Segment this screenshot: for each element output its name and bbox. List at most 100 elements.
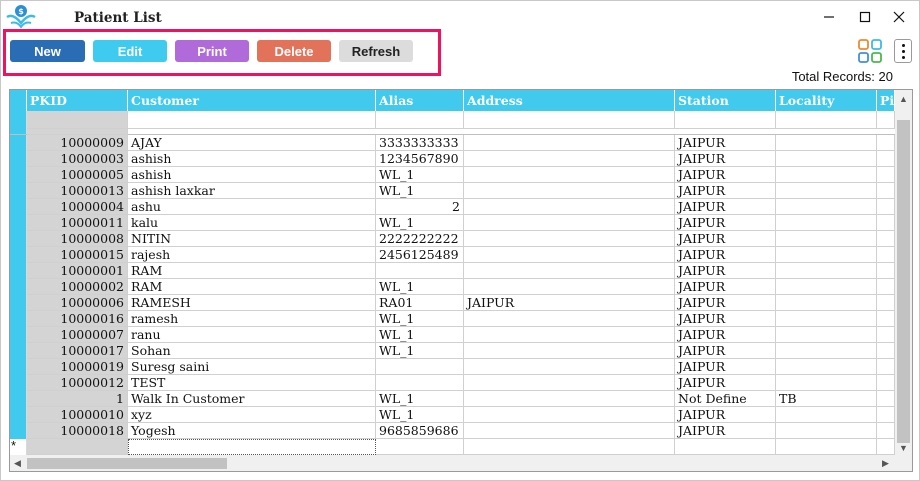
new-cell-pi[interactable] [877,439,895,455]
cell-pkid[interactable]: 10000010 [27,407,128,423]
column-header-pkid[interactable]: PKID [27,90,128,111]
row-selector[interactable] [10,327,27,343]
cell-address[interactable] [464,151,675,167]
table-row[interactable]: 10000003 ashish 1234567890 JAIPUR [10,151,895,167]
cell-address[interactable]: JAIPUR [464,295,675,311]
cell-customer[interactable]: ashish [128,167,376,183]
cell-pi[interactable] [877,279,895,295]
table-row[interactable]: 10000007 ranu WL_1 JAIPUR [10,327,895,343]
cell-pi[interactable] [877,215,895,231]
row-selector[interactable]: * [10,439,27,455]
cell-customer[interactable]: ranu [128,327,376,343]
cell-pkid[interactable]: 10000013 [27,183,128,199]
cell-station[interactable]: JAIPUR [675,327,776,343]
cell-station[interactable]: JAIPUR [675,311,776,327]
table-row[interactable]: 10000009 AJAY 3333333333 JAIPUR [10,135,895,151]
cell-locality[interactable] [776,279,877,295]
row-selector[interactable] [10,295,27,311]
cell-pkid[interactable]: 10000012 [27,375,128,391]
cell-pkid[interactable]: 10000001 [27,263,128,279]
new-row[interactable]: * [10,439,895,455]
cell-alias[interactable]: 1234567890 [376,151,464,167]
new-cell-customer[interactable] [128,439,376,455]
cell-address[interactable] [464,263,675,279]
cell-pi[interactable] [877,263,895,279]
cell-station[interactable]: JAIPUR [675,343,776,359]
row-selector[interactable] [10,359,27,375]
row-selector[interactable] [10,135,27,151]
cell-address[interactable] [464,135,675,151]
cell-station[interactable]: JAIPUR [675,359,776,375]
print-button[interactable]: Print [175,40,249,62]
cell-locality[interactable] [776,231,877,247]
cell-station[interactable]: Not Define [675,391,776,407]
maximize-button[interactable] [850,6,880,28]
cell-station[interactable]: JAIPUR [675,183,776,199]
cell-locality[interactable] [776,199,877,215]
cell-pkid[interactable]: 10000004 [27,199,128,215]
cell-pi[interactable] [877,151,895,167]
table-row[interactable]: 1 Walk In Customer WL_1 Not Define TB [10,391,895,407]
edit-button[interactable]: Edit [93,40,167,62]
row-selector[interactable] [10,375,27,391]
row-selector[interactable] [10,247,27,263]
cell-customer[interactable]: Yogesh [128,423,376,439]
cell-station[interactable]: JAIPUR [675,375,776,391]
row-selector[interactable] [10,311,27,327]
filter-station[interactable] [675,111,776,129]
filter-pi[interactable] [877,111,895,129]
cell-customer[interactable]: RAM [128,263,376,279]
filter-address[interactable] [464,111,675,129]
cell-locality[interactable] [776,407,877,423]
row-selector[interactable] [10,151,27,167]
row-selector[interactable] [10,391,27,407]
cell-pkid[interactable]: 1 [27,391,128,407]
cell-pi[interactable] [877,327,895,343]
table-row[interactable]: 10000011 kalu WL_1 JAIPUR [10,215,895,231]
cell-alias[interactable]: 2222222222 [376,231,464,247]
table-row[interactable]: 10000001 RAM JAIPUR [10,263,895,279]
cell-alias[interactable]: WL_1 [376,391,464,407]
cell-alias[interactable] [376,359,464,375]
table-row[interactable]: 10000016 ramesh WL_1 JAIPUR [10,311,895,327]
scroll-right-icon[interactable]: ▶ [882,458,889,469]
new-button[interactable]: New [10,40,85,62]
cell-customer[interactable]: RAM [128,279,376,295]
cell-station[interactable]: JAIPUR [675,135,776,151]
cell-station[interactable]: JAIPUR [675,231,776,247]
cell-locality[interactable] [776,183,877,199]
cell-locality[interactable] [776,215,877,231]
cell-locality[interactable] [776,423,877,439]
vertical-scrollbar[interactable]: ▲ ▼ [895,90,912,455]
table-row[interactable]: 10000013 ashish laxkar WL_1 JAIPUR [10,183,895,199]
table-row[interactable]: 10000018 Yogesh 9685859686 JAIPUR [10,423,895,439]
cell-alias[interactable]: RA01 [376,295,464,311]
cell-locality[interactable] [776,311,877,327]
scroll-up-icon[interactable]: ▲ [899,94,908,104]
cell-customer[interactable]: Sohan [128,343,376,359]
cell-pkid[interactable]: 10000006 [27,295,128,311]
cell-pi[interactable] [877,311,895,327]
cell-address[interactable] [464,311,675,327]
table-row[interactable]: 10000017 Sohan WL_1 JAIPUR [10,343,895,359]
cell-pkid[interactable]: 10000017 [27,343,128,359]
cell-alias[interactable]: WL_1 [376,167,464,183]
cell-alias[interactable]: 3333333333 [376,135,464,151]
cell-customer[interactable]: kalu [128,215,376,231]
column-header-customer[interactable]: Customer [128,90,376,111]
row-selector[interactable] [10,407,27,423]
cell-alias[interactable] [376,263,464,279]
scroll-left-icon[interactable]: ◀ [14,458,21,469]
cell-customer[interactable]: Walk In Customer [128,391,376,407]
cell-pkid[interactable]: 10000015 [27,247,128,263]
cell-address[interactable] [464,183,675,199]
cell-pi[interactable] [877,295,895,311]
cell-station[interactable]: JAIPUR [675,423,776,439]
cell-station[interactable]: JAIPUR [675,199,776,215]
cell-customer[interactable]: TEST [128,375,376,391]
cell-locality[interactable] [776,343,877,359]
cell-customer[interactable]: RAMESH [128,295,376,311]
cell-customer[interactable]: rajesh [128,247,376,263]
table-row[interactable]: 10000005 ashish WL_1 JAIPUR [10,167,895,183]
cell-customer[interactable]: ashish [128,151,376,167]
